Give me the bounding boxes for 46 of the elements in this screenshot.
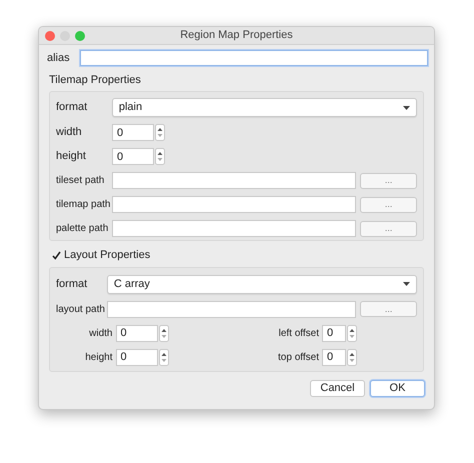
field-label: format bbox=[56, 100, 88, 116]
browse-button[interactable]: ... bbox=[360, 172, 417, 188]
stepper-icon[interactable] bbox=[347, 348, 357, 366]
alias-field[interactable] bbox=[80, 50, 428, 66]
path-field[interactable] bbox=[112, 220, 356, 237]
dialog-button[interactable]: OK bbox=[370, 380, 425, 396]
format-dropdown[interactable]: C array bbox=[106, 274, 417, 294]
stepper-icon[interactable] bbox=[347, 324, 357, 342]
field-label: tilemap path bbox=[56, 198, 112, 212]
number-field[interactable]: 0 bbox=[116, 324, 158, 342]
group-title: Tilemap Properties bbox=[49, 72, 142, 88]
field-label: tileset path bbox=[56, 174, 106, 188]
stepper-icon[interactable] bbox=[155, 148, 165, 165]
format-dropdown[interactable]: plain bbox=[112, 98, 417, 117]
number-field[interactable]: 0 bbox=[322, 324, 346, 342]
field-label: width bbox=[56, 125, 83, 140]
dialog-button[interactable]: Cancel bbox=[310, 380, 365, 396]
field-label: height bbox=[56, 149, 87, 164]
alias-label: alias bbox=[46, 51, 71, 66]
path-field[interactable] bbox=[107, 300, 356, 318]
stepper-icon[interactable] bbox=[158, 348, 168, 366]
stepper-icon[interactable] bbox=[155, 124, 165, 141]
group-title: Layout Properties bbox=[64, 248, 150, 263]
layout-checkbox[interactable] bbox=[51, 250, 61, 260]
number-field[interactable]: 0 bbox=[322, 348, 346, 366]
stepper-icon[interactable] bbox=[158, 324, 168, 342]
path-field[interactable] bbox=[112, 172, 356, 189]
number-field[interactable]: 0 bbox=[112, 148, 154, 165]
close-icon[interactable] bbox=[45, 30, 55, 40]
dropdown-caret-icon bbox=[403, 282, 410, 286]
number-field[interactable]: 0 bbox=[116, 348, 158, 366]
number-field[interactable]: 0 bbox=[112, 124, 154, 141]
window-title: Region Map Properties bbox=[179, 28, 294, 44]
dropdown-caret-icon bbox=[403, 106, 410, 110]
zoom-icon[interactable] bbox=[75, 30, 85, 40]
field-label: height bbox=[85, 350, 112, 364]
browse-button[interactable]: ... bbox=[360, 196, 417, 212]
field-label: top offset bbox=[278, 350, 319, 364]
path-field[interactable] bbox=[112, 196, 356, 213]
field-label: palette path bbox=[56, 222, 110, 236]
field-label: left offset bbox=[278, 326, 319, 340]
field-label: width bbox=[89, 326, 112, 340]
browse-button[interactable]: ... bbox=[360, 301, 417, 317]
browse-button[interactable]: ... bbox=[360, 220, 417, 236]
field-label: layout path bbox=[56, 302, 106, 316]
field-label: format bbox=[56, 276, 88, 292]
